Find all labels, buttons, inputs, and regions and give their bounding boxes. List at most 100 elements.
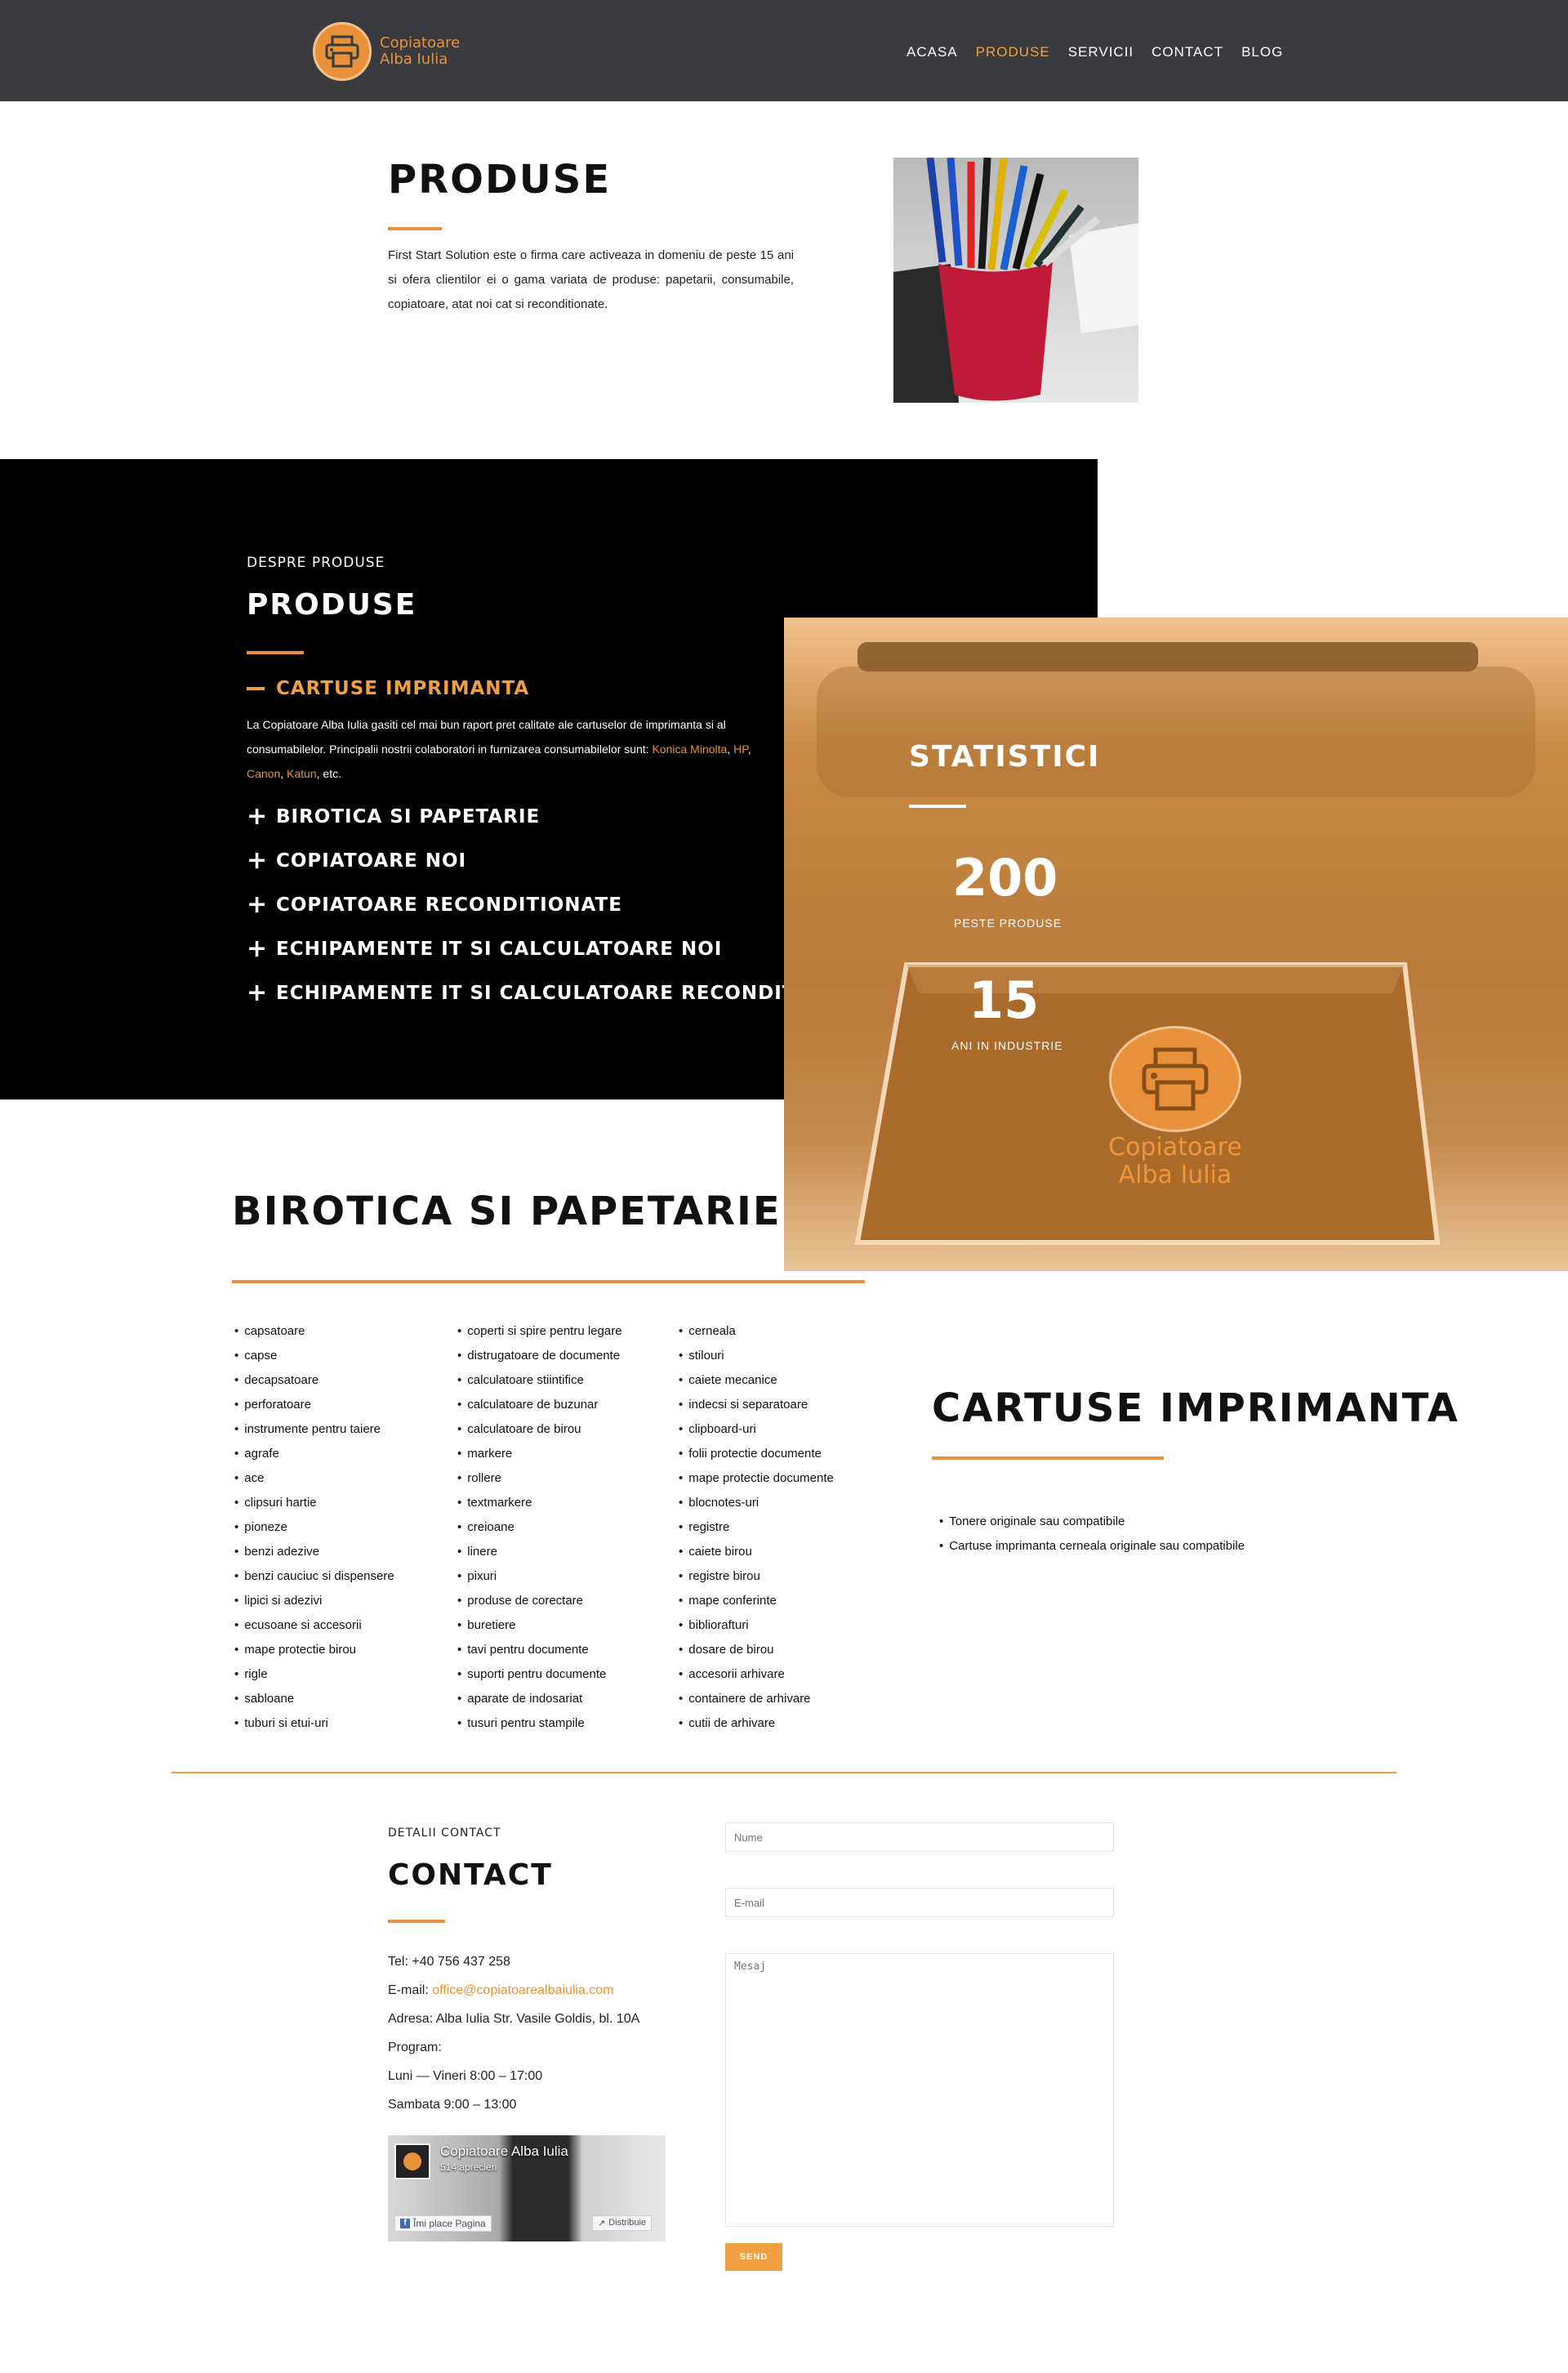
plus-icon: + bbox=[247, 802, 269, 831]
link-konica[interactable]: Konica Minolta bbox=[652, 743, 727, 756]
list-item: instrumente pentru taiere bbox=[234, 1417, 394, 1442]
link-hp[interactable]: HP bbox=[733, 743, 748, 756]
name-input[interactable] bbox=[725, 1822, 1114, 1852]
facebook-likes-count: 514 aprecieri bbox=[440, 2161, 497, 2173]
facebook-page-name[interactable]: Copiatoare Alba Iulia bbox=[440, 2143, 568, 2160]
list-item: perforatoare bbox=[234, 1393, 394, 1417]
accordion-item-copiatoare-reconditionate[interactable]: + COPIATOARE RECONDITIONATE bbox=[247, 890, 622, 919]
list-item: benzi cauciuc si dispensere bbox=[234, 1564, 394, 1589]
accordion-item-birotica[interactable]: + BIROTICA SI PAPETARIE bbox=[247, 802, 541, 831]
printer-logo-icon bbox=[1109, 1026, 1241, 1132]
list-item: mape protectie birou bbox=[234, 1638, 394, 1662]
list-item: mape conferinte bbox=[679, 1589, 834, 1613]
message-textarea[interactable] bbox=[725, 1953, 1114, 2227]
list-item: dosare de birou bbox=[679, 1638, 834, 1662]
stat-label-products: PESTE PRODUSE bbox=[954, 917, 1062, 930]
cartuse-title: CARTUSE IMPRIMANTA bbox=[932, 1385, 1459, 1431]
list-item: calculatoare stiintifice bbox=[457, 1368, 622, 1393]
printer-logo-icon bbox=[313, 22, 372, 81]
section-title: PRODUSE bbox=[247, 588, 417, 622]
list-item: buretiere bbox=[457, 1613, 622, 1638]
contact-address: Adresa: Alba Iulia Str. Vasile Goldis, b… bbox=[388, 2012, 640, 2026]
facebook-page-widget[interactable]: Copiatoare Alba Iulia 514 aprecieri f Îm… bbox=[388, 2135, 666, 2241]
share-icon: ↗ bbox=[598, 2219, 606, 2228]
site-header: Copiatoare Alba Iulia ACASA PRODUSE SERV… bbox=[0, 0, 1568, 101]
list-item: benzi adezive bbox=[234, 1540, 394, 1564]
plus-icon: + bbox=[247, 890, 269, 919]
list-item: Tonere originale sau compatibile bbox=[939, 1510, 1245, 1534]
list-item: tuburi si etui-uri bbox=[234, 1711, 394, 1736]
pencil-cup-image bbox=[893, 158, 1138, 403]
contact-program-saturday: Sambata 9:00 – 13:00 bbox=[388, 2098, 517, 2112]
comma: , bbox=[747, 743, 751, 756]
accordion-label: COPIATOARE NOI bbox=[276, 850, 467, 872]
section-underline bbox=[247, 651, 304, 654]
list-item: folii protectie documente bbox=[679, 1442, 834, 1466]
cartuse-list: Tonere originale sau compatibile Cartuse… bbox=[939, 1510, 1245, 1559]
list-item: registre birou bbox=[679, 1564, 834, 1589]
link-canon[interactable]: Canon bbox=[247, 767, 280, 780]
list-item: coperti si spire pentru legare bbox=[457, 1319, 621, 1344]
section-divider bbox=[172, 1772, 1396, 1773]
list-item: linere bbox=[457, 1540, 622, 1564]
list-item: clipsuri hartie bbox=[234, 1491, 394, 1515]
list-item: lipici si adezivi bbox=[234, 1589, 394, 1613]
email-link[interactable]: office@copiatoarealbaiulia.com bbox=[432, 1983, 613, 1997]
nav-blog[interactable]: BLOG bbox=[1241, 44, 1283, 60]
stats-logo-line-2: Alba Iulia bbox=[1118, 1161, 1232, 1189]
list-item: distrugatoare de documente bbox=[457, 1344, 622, 1368]
logo-line-1: Copiatoare bbox=[380, 34, 461, 51]
birotica-list-1: capsatoare capse decapsatoare perforatoa… bbox=[234, 1319, 394, 1736]
minus-icon bbox=[247, 687, 265, 690]
list-item: creioane bbox=[457, 1515, 622, 1540]
list-item: rollere bbox=[457, 1466, 622, 1491]
facebook-share-label: Distribuie bbox=[608, 2218, 647, 2228]
facebook-like-button[interactable]: f Îmi place Pagina bbox=[394, 2215, 492, 2232]
accordion-item-open[interactable]: CARTUSE IMPRIMANTA bbox=[247, 678, 529, 699]
site-logo[interactable]: Copiatoare Alba Iulia bbox=[313, 22, 460, 81]
list-item: blocnotes-uri bbox=[679, 1491, 834, 1515]
facebook-share-button[interactable]: ↗ Distribuie bbox=[592, 2215, 653, 2231]
facebook-like-label: Îmi place Pagina bbox=[413, 2218, 486, 2229]
accordion-label: BIROTICA SI PAPETARIE bbox=[276, 806, 541, 827]
printer-logo-icon bbox=[403, 2152, 421, 2170]
stats-underline bbox=[909, 805, 966, 808]
stats-title: STATISTICI bbox=[909, 740, 1101, 774]
contact-email-row: E-mail: office@copiatoarealbaiulia.com bbox=[388, 1983, 614, 1998]
list-item: indecsi si separatoare bbox=[679, 1393, 834, 1417]
title-underline bbox=[388, 227, 442, 230]
nav-servicii[interactable]: SERVICII bbox=[1068, 44, 1134, 60]
cartuse-underline bbox=[932, 1456, 1164, 1460]
contact-title: CONTACT bbox=[388, 1858, 553, 1892]
list-item: tavi pentru documente bbox=[457, 1638, 622, 1662]
hero-text: First Start Solution este o firma care a… bbox=[388, 248, 794, 311]
email-input[interactable] bbox=[725, 1888, 1114, 1917]
nav-acasa[interactable]: ACASA bbox=[906, 44, 958, 60]
list-item: produse de corectare bbox=[457, 1589, 622, 1613]
list-item: capse bbox=[234, 1344, 394, 1368]
accordion-item-copiatoare-noi[interactable]: + COPIATOARE NOI bbox=[247, 849, 467, 873]
accordion-item-it-noi[interactable]: + ECHIPAMENTE IT SI CALCULATOARE NOI bbox=[247, 934, 722, 963]
stats-logo-line-1: Copiatoare bbox=[1108, 1133, 1242, 1162]
list-item: aparate de indosariat bbox=[457, 1687, 622, 1711]
birotica-list-3: cerneala stilouri caiete mecanice indecs… bbox=[679, 1319, 834, 1736]
list-item: caiete mecanice bbox=[679, 1368, 834, 1393]
list-item: suporti pentru documente bbox=[457, 1662, 622, 1687]
list-item: mape protectie documente bbox=[679, 1466, 834, 1491]
page-title: PRODUSE bbox=[388, 157, 612, 203]
section-kicker: DESPRE PRODUSE bbox=[247, 555, 385, 571]
plus-icon: + bbox=[247, 934, 269, 963]
nav-contact[interactable]: CONTACT bbox=[1152, 44, 1223, 60]
list-item: pioneze bbox=[234, 1515, 394, 1540]
plus-icon: + bbox=[247, 979, 269, 1007]
birotica-list-2: coperti si spire pentru legare distrugat… bbox=[457, 1319, 622, 1736]
list-item: pixuri bbox=[457, 1564, 622, 1589]
main-nav: ACASA PRODUSE SERVICII CONTACT BLOG bbox=[906, 44, 1283, 60]
list-item: calculatoare de buzunar bbox=[457, 1393, 622, 1417]
send-button[interactable]: SEND bbox=[725, 2243, 782, 2271]
logo-text: Copiatoare Alba Iulia bbox=[380, 35, 460, 68]
list-item: bibliorafturi bbox=[679, 1613, 834, 1638]
nav-produse[interactable]: PRODUSE bbox=[976, 44, 1050, 60]
link-katun[interactable]: Katun bbox=[287, 767, 317, 780]
comma: , bbox=[280, 767, 287, 780]
